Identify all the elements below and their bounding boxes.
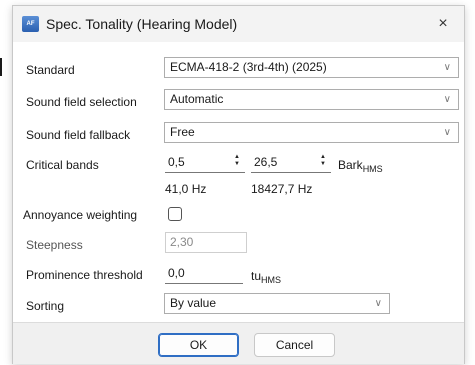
background-window-edge [0,58,2,76]
standard-value: ECMA-418-2 (3rd-4th) (2025) [170,60,327,74]
sorting-combo[interactable]: By value ∨ [164,293,390,314]
chevron-down-icon: ∨ [443,94,451,105]
sorting-value: By value [170,296,217,310]
critical-bands-from-spinbox[interactable]: 0,5 ▲ ▼ [165,152,245,173]
sound-field-fallback-label: Sound field fallback [26,128,131,142]
steepness-label: Steepness [26,238,83,252]
annoyance-weighting-checkbox[interactable] [168,207,182,221]
standard-label: Standard [26,63,75,77]
sound-field-fallback-value: Free [170,125,195,139]
sound-field-fallback-combo[interactable]: Free ∨ [164,122,459,143]
sound-field-selection-value: Automatic [170,92,224,106]
chevron-down-icon: ∨ [374,298,382,309]
sound-field-selection-combo[interactable]: Automatic ∨ [164,89,459,110]
sound-field-selection-label: Sound field selection [26,95,137,109]
spin-updown-icon[interactable]: ▲ ▼ [232,154,242,169]
ok-button[interactable]: OK [158,333,239,357]
spec-tonality-dialog: AF Spec. Tonality (Hearing Model) × Stan… [12,5,465,364]
standard-combo[interactable]: ECMA-418-2 (3rd-4th) (2025) ∨ [164,57,459,78]
critical-bands-from-value: 0,5 [168,155,185,169]
critical-bands-to-value: 26,5 [254,155,278,169]
prominence-threshold-field[interactable]: 0,0 [165,263,243,284]
prominence-threshold-label: Prominence threshold [26,268,143,282]
window-title: Spec. Tonality (Hearing Model) [46,16,238,32]
critical-bands-to-hz: 18427,7 Hz [251,182,313,196]
tu-unit-label: tuHMS [251,269,282,285]
spin-updown-icon[interactable]: ▲ ▼ [318,154,328,169]
critical-bands-to-spinbox[interactable]: 26,5 ▲ ▼ [251,152,331,173]
annoyance-weighting-label: Annoyance weighting [23,208,138,222]
sorting-label: Sorting [26,299,65,313]
cancel-button[interactable]: Cancel [254,333,335,357]
steepness-field: 2,30 [165,232,247,253]
chevron-down-icon: ∨ [443,62,451,73]
close-icon[interactable]: × [431,12,455,36]
dialog-footer: OK Cancel [13,322,464,364]
critical-bands-label: Critical bands [26,158,99,172]
title-bar: AF Spec. Tonality (Hearing Model) × [13,6,464,42]
app-icon: AF [22,16,39,32]
chevron-down-icon: ∨ [443,127,451,138]
critical-bands-from-hz: 41,0 Hz [165,182,207,196]
dialog-content: Standard ECMA-418-2 (3rd-4th) (2025) ∨ S… [13,42,464,322]
bark-unit-label: BarkHMS [338,158,383,174]
